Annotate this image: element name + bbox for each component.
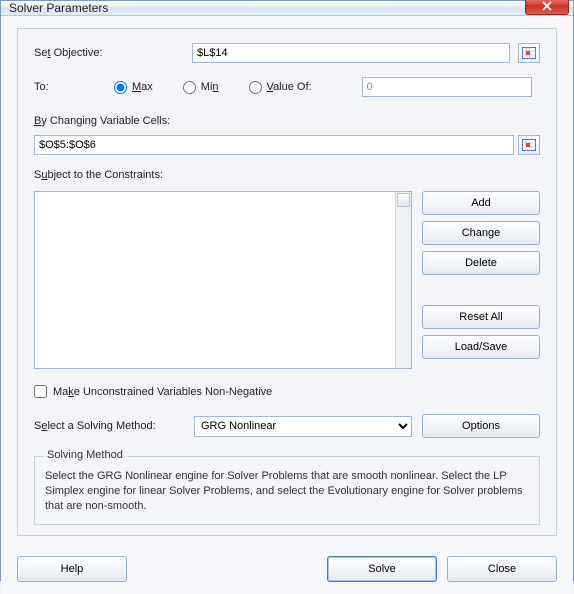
grid-ref-icon [522, 47, 536, 59]
constraints-listbox[interactable] [34, 191, 412, 369]
radio-max[interactable]: Max [114, 81, 153, 94]
main-panel: Set Objective: To: Max Min [17, 28, 557, 536]
changing-cells-label: By Changing Variable Cells: [34, 115, 540, 127]
radio-min-input[interactable] [183, 81, 196, 94]
group-description: Select the GRG Nonlinear engine for Solv… [45, 469, 529, 514]
load-save-button[interactable]: Load/Save [422, 335, 540, 359]
solving-method-group: Solving Method Select the GRG Nonlinear … [34, 456, 540, 525]
solve-button[interactable]: Solve [327, 556, 437, 582]
radio-valueof-input[interactable] [249, 81, 262, 94]
delete-button[interactable]: Delete [422, 251, 540, 275]
listbox-scrollbar[interactable] [395, 192, 411, 368]
to-label: To: [34, 81, 84, 93]
method-select[interactable]: GRG Nonlinear [194, 416, 412, 437]
reset-all-button[interactable]: Reset All [422, 305, 540, 329]
add-button[interactable]: Add [422, 191, 540, 215]
to-row: To: Max Min Value Of: [34, 77, 540, 97]
method-label: Select a Solving Method: [34, 420, 184, 432]
constraints-area: Add Change Delete Reset All Load/Save [34, 191, 540, 369]
radio-max-input[interactable] [114, 81, 127, 94]
set-objective-label: Set Objective: [34, 47, 184, 59]
window-close-button[interactable] [525, 0, 569, 15]
options-button[interactable]: Options [422, 414, 540, 438]
help-button[interactable]: Help [17, 556, 127, 582]
window-title: Solver Parameters [9, 1, 525, 15]
constraint-buttons: Add Change Delete Reset All Load/Save [422, 191, 540, 369]
button-gap [422, 281, 540, 299]
method-row: Select a Solving Method: GRG Nonlinear O… [34, 414, 540, 438]
group-legend: Solving Method [43, 449, 127, 461]
cells-ref-button[interactable] [518, 135, 540, 155]
objective-ref-button[interactable] [518, 43, 540, 63]
unconstrained-checkbox-row[interactable]: Make Unconstrained Variables Non-Negativ… [34, 385, 540, 398]
valueof-input[interactable] [362, 77, 532, 97]
close-button[interactable]: Close [447, 556, 557, 582]
radio-valueof[interactable]: Value Of: [249, 81, 312, 94]
change-button[interactable]: Change [422, 221, 540, 245]
objective-input[interactable] [192, 43, 510, 63]
changing-cells-input[interactable] [34, 135, 514, 155]
dialog-footer: Help Solve Close [1, 546, 573, 594]
dialog-body: Set Objective: To: Max Min [1, 16, 573, 546]
grid-ref-icon [522, 139, 536, 151]
close-icon [542, 1, 552, 11]
solver-dialog: Solver Parameters Set Objective: To: Max [0, 0, 574, 581]
changing-cells-row [34, 135, 540, 155]
titlebar: Solver Parameters [1, 1, 573, 16]
set-objective-row: Set Objective: [34, 43, 540, 63]
constraints-label: Subject to the Constraints: [34, 169, 540, 181]
radio-min[interactable]: Min [183, 81, 219, 94]
scrollbar-thumb[interactable] [397, 193, 410, 207]
unconstrained-checkbox[interactable] [34, 385, 47, 398]
